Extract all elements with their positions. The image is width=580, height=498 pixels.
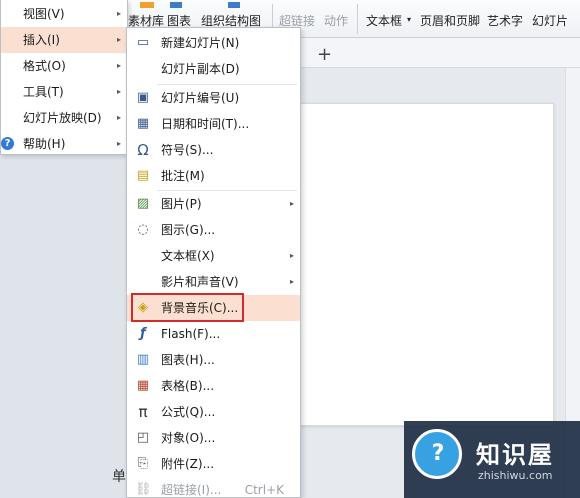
menu-item-label: 工具(T) [23,85,64,99]
omega-symbol-icon: Ω [137,141,149,159]
chevron-right-icon: ▸ [289,251,294,260]
ribbon-header-footer-button[interactable]: 页眉和页脚 [420,12,480,29]
ribbon-slide-number-button[interactable]: 幻灯片 [532,12,568,29]
menu-item-help[interactable]: ? 帮助(H) ▸ [1,131,127,157]
chevron-right-icon: ▸ [289,277,294,286]
status-bar-text: 单 [112,469,126,485]
menu-item-view[interactable]: 视图(V) ▸ [1,1,127,27]
current-slide[interactable] [292,103,554,426]
menu-item-label: 幻灯片放映(D) [23,111,102,125]
menu-item-tools[interactable]: 工具(T) ▸ [1,79,127,105]
submenu-item-label: 文本框(X) [161,249,215,263]
picture-icon: ▨ [136,196,150,211]
chevron-down-icon: ▾ [407,15,412,24]
ribbon-wordart-button[interactable]: 艺术字 [487,12,523,29]
highlight-callout-box [131,293,244,322]
submenu-item-label: 批注(M) [161,169,205,183]
submenu-item-date-time[interactable]: ▦ 日期和时间(T)... [127,111,300,137]
insert-submenu: ▭ 新建幻灯片(N) 幻灯片副本(D) ▣ 幻灯片编号(U) ▦ 日期和时间(T… [126,27,301,498]
submenu-item-label: 影片和声音(V) [161,275,239,289]
submenu-item-label: 日期和时间(T)... [161,117,250,131]
clip-art-icon [140,2,154,8]
submenu-item-object[interactable]: ◰ 对象(O)... [127,425,300,451]
slide-number-icon: ▣ [136,90,150,105]
menu-item-label: 帮助(H) [23,137,66,151]
submenu-item-label: Flash(F)... [161,327,221,341]
attachment-icon: ⎘ [137,456,149,471]
chevron-right-icon: ▸ [116,9,121,18]
submenu-item-label: 对象(O)... [161,431,216,445]
calendar-icon: ▦ [136,116,150,131]
menu-item-label: 视图(V) [23,7,65,21]
submenu-item-chart[interactable]: ▥ 图表(H)... [127,347,300,373]
chevron-right-icon: ▸ [116,113,121,122]
submenu-item-label: 附件(Z)... [161,457,215,471]
submenu-item-new-slide[interactable]: ▭ 新建幻灯片(N) [127,30,300,56]
diagram-icon: ◌ [137,222,149,237]
submenu-item-label: 图表(H)... [161,353,215,367]
submenu-item-hyperlink[interactable]: ⛓ 超链接(I)... Ctrl+K [127,477,300,498]
submenu-item-textbox[interactable]: 文本框(X) ▸ [127,243,300,269]
watermark-logo-icon: ? [412,429,462,479]
chevron-right-icon: ▸ [116,139,121,148]
menu-item-format[interactable]: 格式(O) ▸ [1,53,127,79]
submenu-item-label: 图示(G)... [161,223,216,237]
chevron-right-icon: ▸ [116,61,121,70]
menu-item-slideshow[interactable]: 幻灯片放映(D) ▸ [1,105,127,131]
submenu-item-label: 表格(B)... [161,379,215,393]
ribbon-textbox-button[interactable]: 文本框 [366,12,402,29]
submenu-item-label: 超链接(I)... [161,483,222,497]
chart-icon [170,2,182,8]
submenu-item-symbol[interactable]: Ω 符号(S)... [127,137,300,163]
menu-item-label: 插入(I) [23,33,60,47]
submenu-item-movie-sound[interactable]: 影片和声音(V) ▸ [127,269,300,295]
chevron-right-icon: ▸ [289,199,294,208]
submenu-item-label: 图片(P) [161,197,202,211]
submenu-item-duplicate-slide[interactable]: 幻灯片副本(D) [127,56,300,82]
site-watermark: ? 知识屋 zhishiwu.com [404,421,580,498]
chevron-right-icon: ▸ [116,35,121,44]
new-tab-plus-icon[interactable]: + [317,44,332,65]
org-chart-icon [228,2,240,8]
submenu-item-label: 符号(S)... [161,143,214,157]
submenu-item-equation[interactable]: π 公式(Q)... [127,399,300,425]
submenu-item-comment[interactable]: ▤ 批注(M) [127,163,300,189]
flash-icon: ƒ [140,326,146,341]
bar-chart-icon: ▥ [136,352,150,367]
submenu-item-label: 公式(Q)... [161,405,216,419]
pi-formula-icon: π [138,403,148,421]
submenu-item-flash[interactable]: ƒ Flash(F)... [127,321,300,347]
submenu-item-picture[interactable]: ▨ 图片(P) ▸ [127,191,300,217]
table-icon: ▦ [136,378,150,393]
object-icon: ◰ [136,430,150,445]
watermark-subtitle: zhishiwu.com [478,469,553,482]
help-icon: ? [1,137,14,150]
chevron-right-icon: ▸ [116,87,121,96]
submenu-item-diagram[interactable]: ◌ 图示(G)... [127,217,300,243]
menu-item-insert[interactable]: 插入(I) ▸ [1,27,127,53]
new-slide-icon: ▭ [136,35,150,50]
submenu-item-shortcut: Ctrl+K [244,483,284,497]
ribbon-separator [357,4,358,34]
submenu-item-label: 新建幻灯片(N) [161,36,240,50]
slide-thumbnails-pane [0,155,128,498]
submenu-item-attachment[interactable]: ⎘ 附件(Z)... [127,451,300,477]
watermark-title: 知识屋 [476,441,554,469]
main-menu: 视图(V) ▸ 插入(I) ▸ 格式(O) ▸ 工具(T) ▸ 幻灯片放映(D)… [0,0,128,155]
submenu-item-slide-number[interactable]: ▣ 幻灯片编号(U) [127,85,300,111]
menu-item-label: 格式(O) [23,59,66,73]
comment-icon: ▤ [136,168,150,183]
ribbon-action-button[interactable]: 动作 [324,12,348,29]
submenu-item-label: 幻灯片编号(U) [161,91,240,105]
submenu-item-table[interactable]: ▦ 表格(B)... [127,373,300,399]
submenu-item-label: 幻灯片副本(D) [161,62,240,76]
hyperlink-icon: ⛓ [135,482,152,497]
